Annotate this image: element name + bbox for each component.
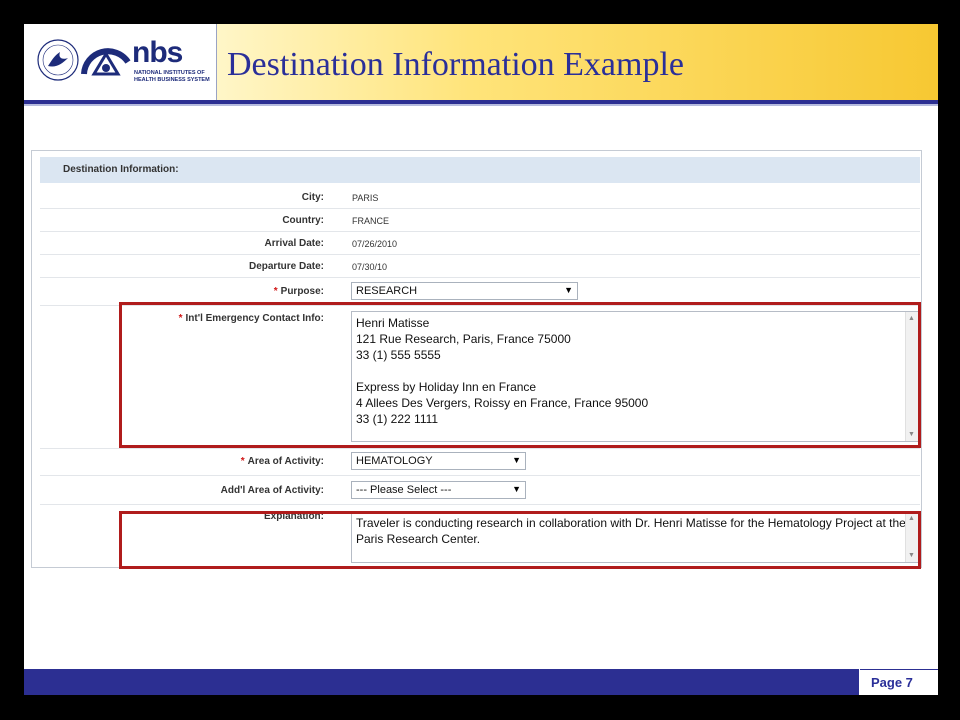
purpose-select[interactable]: RESEARCH ▼ xyxy=(351,282,578,300)
page-number: Page 7 xyxy=(860,669,938,695)
header-divider-light xyxy=(24,104,938,106)
chevron-down-icon: ▼ xyxy=(512,455,521,465)
city-value: PARIS xyxy=(352,193,379,203)
highlight-box-explanation xyxy=(119,511,921,569)
logo-wordmark: nbs xyxy=(132,36,183,69)
section-title: Destination Information: xyxy=(63,164,179,175)
country-label: Country: xyxy=(282,215,324,226)
slide: nbs NATIONAL INSTITUTES OF HEALTH BUSINE… xyxy=(24,24,938,695)
area-of-activity-select[interactable]: HEMATOLOGY ▼ xyxy=(351,452,526,470)
section-header: Destination Information: xyxy=(40,157,920,183)
hhs-seal-icon xyxy=(37,39,79,81)
logo-subtitle: NATIONAL INSTITUTES OF HEALTH BUSINESS S… xyxy=(134,70,210,83)
row-divider xyxy=(40,277,920,278)
row-divider xyxy=(40,448,920,449)
chevron-down-icon: ▼ xyxy=(512,484,521,494)
nbs-logo: nbs NATIONAL INSTITUTES OF HEALTH BUSINE… xyxy=(24,24,217,100)
slide-title: Destination Information Example xyxy=(227,46,684,83)
footer-bar xyxy=(24,669,859,695)
arrival-date-value: 07/26/2010 xyxy=(352,239,398,249)
addl-area-select[interactable]: --- Please Select --- ▼ xyxy=(351,481,526,499)
country-value: FRANCE xyxy=(352,216,390,226)
chevron-down-icon: ▼ xyxy=(564,285,573,295)
page-number-text: Page 7 xyxy=(871,675,913,690)
city-label: City: xyxy=(301,192,324,203)
row-divider xyxy=(40,208,920,209)
row-divider xyxy=(40,254,920,255)
row-divider xyxy=(40,231,920,232)
area-of-activity-label-text: Area of Activity: xyxy=(247,456,324,467)
row-divider xyxy=(40,475,920,476)
area-of-activity-selected: HEMATOLOGY xyxy=(356,455,433,467)
purpose-label-text: Purpose: xyxy=(280,286,324,297)
addl-area-label: Add'l Area of Activity: xyxy=(220,485,324,496)
highlight-box-emergency xyxy=(119,302,921,448)
departure-date-value: 07/30/10 xyxy=(352,262,388,272)
nih-arc-icon xyxy=(81,48,131,76)
area-of-activity-label: * Area of Activity: xyxy=(241,456,324,467)
title-bar: Destination Information Example xyxy=(217,24,938,100)
purpose-selected: RESEARCH xyxy=(356,285,418,297)
row-divider xyxy=(40,504,920,505)
purpose-label: * Purpose: xyxy=(274,286,324,297)
addl-area-selected: --- Please Select --- xyxy=(356,484,452,496)
required-marker: * xyxy=(273,286,278,297)
departure-date-label: Departure Date: xyxy=(248,261,324,272)
required-marker: * xyxy=(240,456,245,467)
arrival-date-label: Arrival Date: xyxy=(264,238,324,249)
